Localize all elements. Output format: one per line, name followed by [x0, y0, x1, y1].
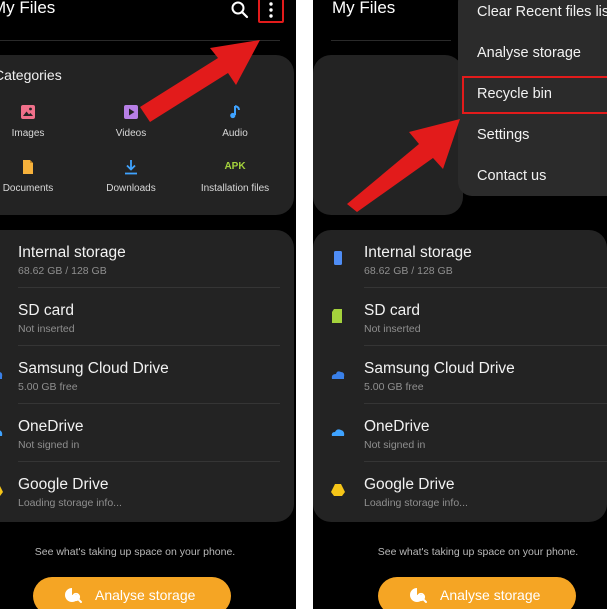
storage-onedrive[interactable]: OneDrive Not signed in [0, 404, 294, 462]
category-label: Videos [115, 128, 147, 139]
document-icon [23, 160, 33, 174]
storage-subtitle: 68.62 GB / 128 GB [18, 265, 107, 277]
storage-title: Internal storage [364, 244, 472, 261]
appbar-divider [331, 40, 451, 41]
storage-subtitle: Loading storage info... [18, 497, 122, 509]
storage-subtitle: Not signed in [364, 439, 426, 451]
category-label: Documents [2, 183, 54, 194]
left-screen: My Files Categories Images Videos [0, 0, 296, 609]
storage-google-drive[interactable]: Google Drive Loading storage info... [0, 462, 294, 520]
storage-hint: See what's taking up space on your phone… [34, 546, 236, 558]
onedrive-icon [331, 429, 345, 436]
more-vert-icon [269, 2, 273, 18]
analyse-icon [410, 588, 427, 603]
samsung-cloud-icon [0, 372, 3, 379]
menu-item-analyse-storage[interactable]: Analyse storage [462, 35, 607, 73]
right-screen: My Files Internal storage 68.62 GB / 128… [313, 0, 607, 609]
samsung-cloud-icon [331, 371, 345, 379]
menu-item-contact-us[interactable]: Contact us [462, 158, 607, 196]
storage-card: Internal storage 68.62 GB / 128 GB SD ca… [313, 230, 607, 522]
storage-subtitle: 5.00 GB free [18, 381, 78, 393]
storage-internal[interactable]: Internal storage 68.62 GB / 128 GB [313, 230, 607, 288]
overflow-menu: Clear Recent files list Analyse storage … [458, 0, 607, 196]
onedrive-icon [0, 430, 3, 436]
google-drive-icon [331, 484, 345, 496]
analyse-storage-label: Analyse storage [440, 587, 541, 603]
storage-sd-card[interactable]: SD card Not inserted [0, 288, 294, 346]
menu-item-recycle-bin[interactable]: Recycle bin [462, 76, 607, 114]
storage-title: SD card [18, 302, 74, 319]
menu-item-label: Settings [477, 127, 530, 143]
category-installation-files[interactable]: APK Installation files [185, 159, 285, 194]
menu-item-label: Contact us [477, 168, 547, 184]
storage-title: Internal storage [18, 244, 126, 261]
menu-item-clear-recent[interactable]: Clear Recent files list [462, 0, 607, 32]
storage-onedrive[interactable]: OneDrive Not signed in [313, 404, 607, 462]
category-label: Installation files [200, 183, 270, 194]
image-icon [21, 105, 35, 119]
category-documents[interactable]: Documents [0, 159, 78, 194]
analyse-storage-label: Analyse storage [95, 587, 196, 603]
phone-icon [334, 251, 342, 265]
app-title: My Files [0, 0, 56, 17]
storage-subtitle: 68.62 GB / 128 GB [364, 265, 453, 277]
storage-title: Google Drive [364, 476, 455, 493]
category-label: Audio [222, 128, 248, 139]
annotation-arrow [347, 119, 460, 212]
storage-title: Samsung Cloud Drive [364, 360, 515, 377]
storage-samsung-cloud[interactable]: Samsung Cloud Drive 5.00 GB free [0, 346, 294, 404]
storage-subtitle: Not inserted [18, 323, 75, 335]
search-icon[interactable] [230, 0, 250, 20]
storage-title: OneDrive [364, 418, 430, 435]
storage-hint: See what's taking up space on your phone… [377, 546, 579, 558]
menu-item-settings[interactable]: Settings [462, 117, 607, 155]
storage-sd-card[interactable]: SD card Not inserted [313, 288, 607, 346]
storage-title: SD card [364, 302, 420, 319]
phone-icon [0, 250, 4, 266]
storage-google-drive[interactable]: Google Drive Loading storage info... [313, 462, 607, 520]
google-drive-icon [0, 486, 3, 496]
storage-subtitle: Not inserted [364, 323, 421, 335]
more-options-button[interactable] [258, 0, 284, 23]
sd-card-icon [0, 308, 4, 324]
app-title: My Files [332, 0, 396, 17]
category-label: Downloads [106, 183, 156, 194]
storage-title: Samsung Cloud Drive [18, 360, 169, 377]
analyse-icon [65, 588, 82, 603]
analyse-storage-button[interactable]: Analyse storage [378, 577, 576, 609]
storage-subtitle: Loading storage info... [364, 497, 468, 509]
sd-card-icon [332, 309, 342, 323]
category-label: Images [11, 128, 45, 139]
storage-samsung-cloud[interactable]: Samsung Cloud Drive 5.00 GB free [313, 346, 607, 404]
apk-icon: APK [224, 161, 246, 172]
category-images[interactable]: Images [0, 104, 78, 139]
category-downloads[interactable]: Downloads [81, 159, 181, 194]
storage-title: OneDrive [18, 418, 84, 435]
storage-subtitle: 5.00 GB free [364, 381, 424, 393]
storage-title: Google Drive [18, 476, 109, 493]
categories-heading: Categories [0, 67, 62, 83]
menu-item-label: Recycle bin [477, 86, 552, 102]
storage-subtitle: Not signed in [18, 439, 80, 451]
storage-card: Internal storage 68.62 GB / 128 GB SD ca… [0, 230, 294, 522]
menu-item-label: Clear Recent files list [477, 4, 607, 20]
menu-item-label: Analyse storage [477, 45, 581, 61]
annotation-arrow [140, 40, 260, 122]
video-icon [124, 105, 138, 119]
analyse-storage-button[interactable]: Analyse storage [33, 577, 231, 609]
download-icon [125, 160, 137, 175]
storage-internal[interactable]: Internal storage 68.62 GB / 128 GB [0, 230, 294, 288]
